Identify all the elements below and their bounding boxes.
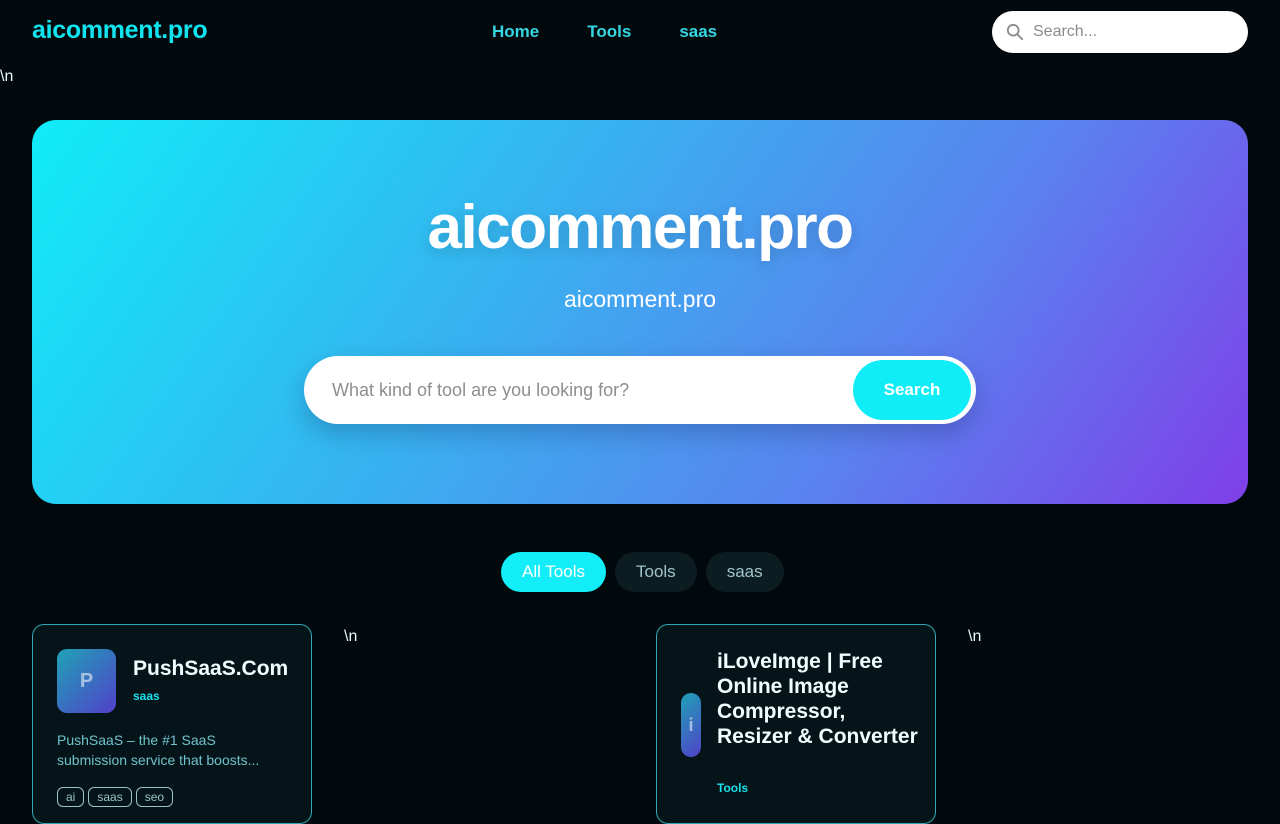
- main-nav: Home Tools saas: [492, 22, 765, 42]
- tool-card[interactable]: i iLoveImge | Free Online Image Compress…: [656, 624, 936, 824]
- header-search-input[interactable]: [1033, 23, 1233, 41]
- hero-subtitle: aicomment.pro: [563, 286, 717, 312]
- header-search-box[interactable]: [992, 11, 1248, 53]
- nav-tools-link[interactable]: Tools: [587, 22, 631, 42]
- tool-card-description: PushSaaS – the #1 SaaS submission servic…: [57, 732, 260, 768]
- category-filter-bar: All Tools Tools saas: [501, 552, 793, 592]
- tool-search-input[interactable]: [332, 376, 832, 404]
- tool-card-title[interactable]: iLoveImge | Free Online Image Compressor…: [717, 649, 922, 749]
- filter-tools[interactable]: Tools: [615, 552, 697, 592]
- hero-search-form: Search: [304, 356, 976, 424]
- stray-newline-text: \n: [0, 68, 14, 85]
- tag-pill[interactable]: seo: [135, 787, 174, 807]
- tool-card-tags: ai saas seo: [57, 787, 177, 807]
- stray-newline-text: \n: [344, 628, 358, 645]
- nav-saas-link[interactable]: saas: [679, 22, 717, 42]
- tool-avatar: P: [57, 649, 116, 713]
- tag-pill[interactable]: ai: [57, 787, 85, 807]
- filter-saas[interactable]: saas: [705, 552, 784, 592]
- tool-card[interactable]: P PushSaaS.Com saas PushSaaS – the #1 Sa…: [32, 624, 312, 824]
- filter-all-tools[interactable]: All Tools: [501, 552, 606, 592]
- nav-home-link[interactable]: Home: [492, 22, 539, 42]
- tool-card-category[interactable]: Tools: [717, 781, 748, 795]
- hero-title: aicomment.pro: [427, 193, 854, 262]
- tool-card-title[interactable]: PushSaaS.Com: [133, 656, 303, 681]
- top-navigation-bar: aicomment.pro Home Tools saas: [0, 0, 1280, 64]
- site-logo[interactable]: aicomment.pro: [32, 16, 208, 45]
- tag-pill[interactable]: saas: [88, 787, 132, 807]
- search-button[interactable]: Search: [853, 360, 971, 420]
- hero-banner: aicomment.pro aicomment.pro Search: [32, 120, 1248, 504]
- tool-avatar: i: [681, 693, 701, 757]
- tool-card-category[interactable]: saas: [133, 689, 160, 703]
- search-icon: [1006, 23, 1024, 41]
- stray-newline-text: \n: [968, 628, 982, 645]
